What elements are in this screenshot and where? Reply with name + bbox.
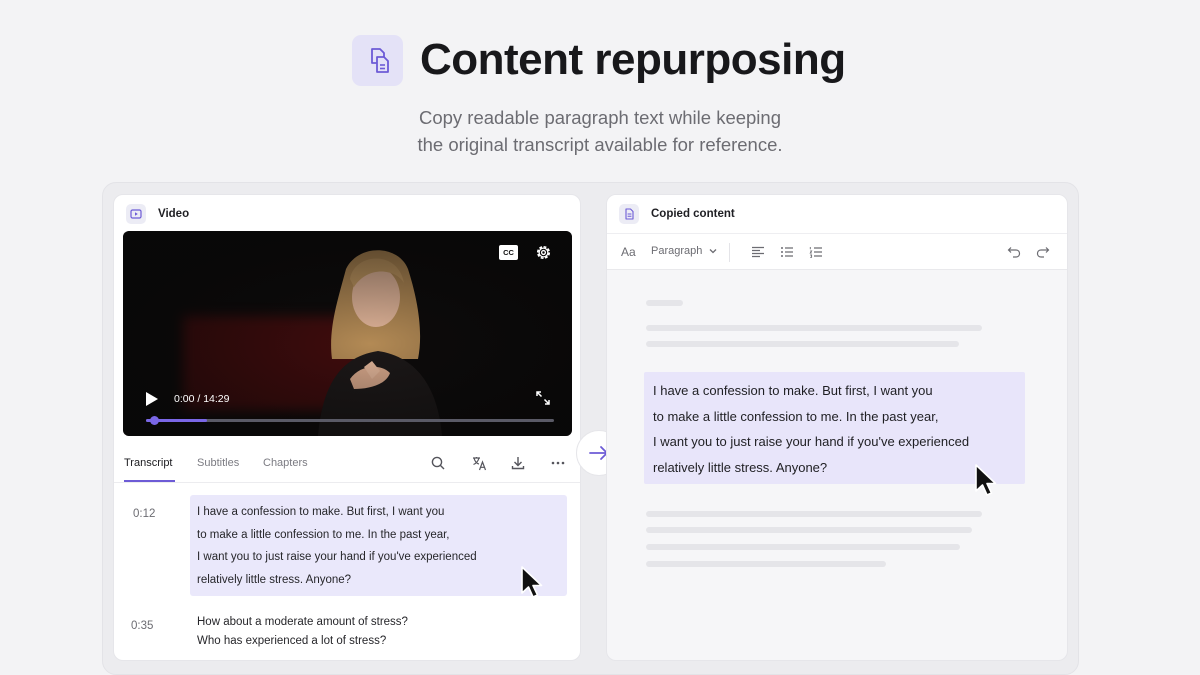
placeholder-line	[646, 300, 683, 306]
placeholder-line	[646, 511, 982, 517]
video-panel-header: Video	[114, 195, 580, 233]
more-icon[interactable]	[550, 455, 566, 471]
paragraph-style-dropdown[interactable]: Paragraph	[651, 245, 702, 257]
content-panel-header: Copied content	[607, 195, 1067, 233]
video-player[interactable]: CC 0:00 / 14:29	[123, 231, 572, 436]
content-panel-title: Copied content	[651, 208, 735, 220]
video-panel: Video CC 0:00 / 14:29 Transcript Subtitl…	[113, 194, 581, 661]
subtitle-line: the original transcript available for re…	[417, 134, 783, 155]
placeholder-line	[646, 544, 960, 550]
active-tab-indicator	[124, 480, 175, 482]
settings-gear-icon[interactable]	[534, 243, 553, 262]
copy-document-icon	[352, 34, 403, 86]
segment-timestamp[interactable]: 0:12	[133, 508, 155, 520]
tab-subtitles[interactable]: Subtitles	[197, 457, 239, 469]
tab-transcript[interactable]: Transcript	[124, 457, 173, 469]
video-timecode: 0:00 / 14:29	[174, 393, 230, 405]
pasted-line: to make a little confession to me. In th…	[653, 408, 939, 424]
transcript-tabs: Transcript Subtitles Chapters	[114, 447, 580, 483]
segment-line: How about a moderate amount of stress?	[197, 616, 408, 628]
video-panel-title: Video	[158, 208, 190, 220]
captions-button[interactable]: CC	[499, 245, 518, 260]
translate-icon[interactable]	[471, 455, 487, 471]
pasted-line: I have a confession to make. But first, …	[653, 383, 933, 398]
play-icon[interactable]	[145, 391, 159, 407]
pasted-line: I want you to just raise your hand if yo…	[653, 434, 970, 450]
placeholder-line	[646, 341, 959, 347]
segment-line: to make a little confession to me. In th…	[197, 528, 450, 541]
download-icon[interactable]	[510, 455, 526, 471]
segment-line: I want you to just raise your hand if yo…	[197, 551, 477, 563]
video-icon	[126, 204, 146, 224]
document-icon	[619, 204, 639, 224]
editor-toolbar: Aa Paragraph	[607, 233, 1067, 270]
mouse-cursor-icon	[975, 464, 997, 496]
placeholder-line	[646, 561, 886, 567]
font-button[interactable]: Aa	[621, 245, 636, 259]
numbered-list-icon[interactable]	[809, 245, 823, 259]
segment-line: Who has experienced a lot of stress?	[197, 635, 387, 647]
hero-title-row: Content repurposing	[352, 34, 846, 86]
pasted-line: relatively little stress. Anyone?	[653, 460, 828, 476]
search-icon[interactable]	[430, 455, 446, 471]
chevron-down-icon[interactable]	[708, 246, 718, 256]
page-title: Content repurposing	[420, 35, 846, 84]
mouse-cursor-icon	[521, 566, 543, 598]
video-progress-bar[interactable]	[146, 416, 554, 425]
segment-line: I have a confession to make. But first, …	[197, 506, 445, 518]
redo-icon[interactable]	[1036, 245, 1050, 259]
placeholder-line	[646, 527, 972, 533]
align-left-icon[interactable]	[751, 245, 765, 259]
undo-icon[interactable]	[1007, 245, 1021, 259]
segment-line: relatively little stress. Anyone?	[197, 573, 352, 586]
fullscreen-icon[interactable]	[535, 390, 551, 406]
tab-chapters[interactable]: Chapters	[263, 457, 308, 469]
segment-timestamp[interactable]: 0:35	[131, 620, 153, 632]
bullet-list-icon[interactable]	[780, 245, 794, 259]
subtitle-line: Copy readable paragraph text while keepi…	[418, 107, 781, 128]
copied-content-panel: Copied content Aa Paragraph I have a con…	[606, 194, 1068, 661]
placeholder-line	[646, 325, 982, 331]
page-subtitle: Copy readable paragraph text while keepi…	[0, 104, 1200, 158]
